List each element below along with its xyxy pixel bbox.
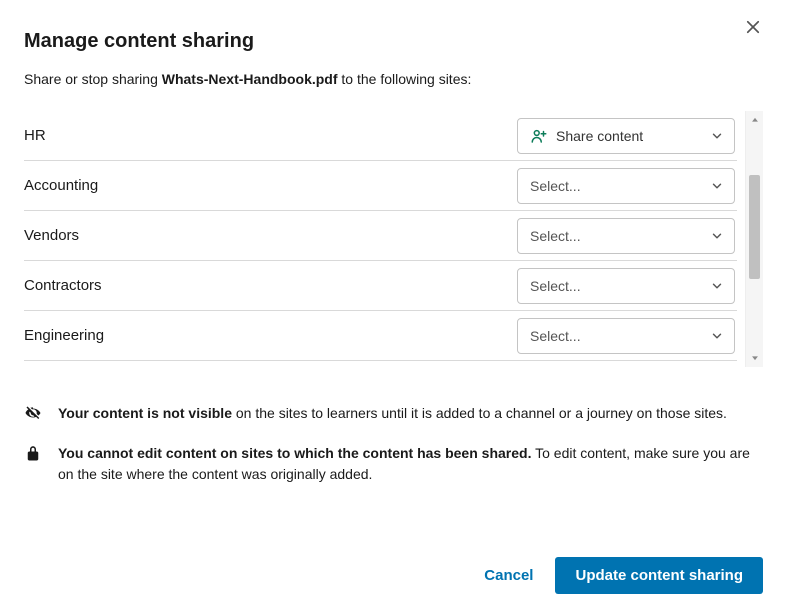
site-list: HR Share content Accounting Se [24,111,737,367]
share-select[interactable]: Share content [517,118,735,154]
chevron-down-icon [750,351,760,366]
select-placeholder: Select... [530,228,581,244]
dialog-title: Manage content sharing [24,30,763,53]
visibility-off-icon [24,403,44,427]
subtitle-filename: Whats-Next-Handbook.pdf [162,71,338,87]
share-select[interactable]: Select... [517,168,735,204]
site-list-container: HR Share content Accounting Se [24,111,763,367]
note-rest: on the sites to learners until it is add… [232,405,727,421]
person-add-icon [530,127,548,145]
chevron-down-icon [710,229,724,243]
note-text: You cannot edit content on sites to whic… [58,443,763,484]
close-icon [744,18,762,39]
note-text: Your content is not visible on the sites… [58,403,727,427]
select-placeholder: Select... [530,328,581,344]
site-name: Contractors [24,277,102,294]
site-row: Contractors Select... [24,261,737,311]
site-row: Vendors Select... [24,211,737,261]
select-placeholder: Select... [530,178,581,194]
chevron-down-icon [710,329,724,343]
share-select[interactable]: Select... [517,218,735,254]
note-edit-lock: You cannot edit content on sites to whic… [24,443,763,484]
chevron-up-icon [750,113,760,128]
scroll-up-button[interactable] [746,111,763,129]
note-visibility: Your content is not visible on the sites… [24,403,763,427]
subtitle-prefix: Share or stop sharing [24,71,162,87]
site-row: HR Share content [24,111,737,161]
site-row: Accounting Select... [24,161,737,211]
notes-section: Your content is not visible on the sites… [24,403,763,500]
update-content-sharing-button[interactable]: Update content sharing [555,557,763,594]
note-bold: Your content is not visible [58,405,232,421]
site-name: Accounting [24,177,98,194]
site-name: HR [24,127,46,144]
share-select[interactable]: Select... [517,268,735,304]
dialog-subtitle: Share or stop sharing Whats-Next-Handboo… [24,71,763,87]
site-name: Engineering [24,327,104,344]
chevron-down-icon [710,279,724,293]
site-name: Vendors [24,227,79,244]
lock-icon [24,443,44,484]
scroll-thumb[interactable] [749,175,760,279]
scroll-down-button[interactable] [746,349,763,367]
site-row: Engineering Select... [24,311,737,361]
share-select[interactable]: Select... [517,318,735,354]
scrollbar[interactable] [745,111,763,367]
close-button[interactable] [739,14,767,42]
dialog-footer: Cancel Update content sharing [24,547,763,598]
chevron-down-icon [710,179,724,193]
select-value: Share content [556,128,643,144]
chevron-down-icon [710,129,724,143]
select-placeholder: Select... [530,278,581,294]
cancel-button[interactable]: Cancel [480,559,537,592]
note-bold: You cannot edit content on sites to whic… [58,445,531,461]
manage-content-sharing-dialog: Manage content sharing Share or stop sha… [0,0,787,610]
subtitle-suffix: to the following sites: [338,71,472,87]
